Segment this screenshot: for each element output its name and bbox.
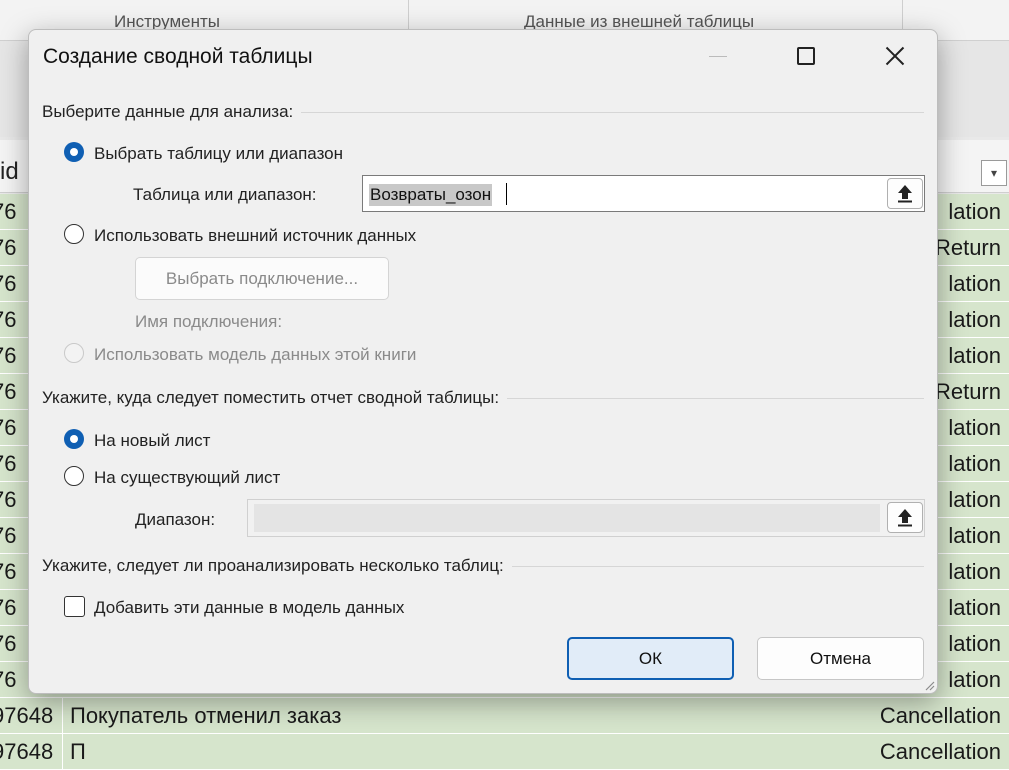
text-caret bbox=[506, 183, 507, 205]
cell-id: 76 bbox=[0, 631, 17, 656]
cell-divider bbox=[62, 698, 63, 734]
collapse-dialog-icon bbox=[898, 185, 912, 203]
cell-status: lation bbox=[948, 631, 1001, 656]
radio-table-or-range-label[interactable]: Выбрать таблицу или диапазон bbox=[94, 144, 343, 164]
table-range-value: Возвраты_озон bbox=[369, 184, 493, 206]
cell-id: 76 bbox=[0, 487, 17, 512]
cell-id: 76 bbox=[0, 523, 17, 548]
close-button[interactable] bbox=[879, 40, 911, 72]
table-range-input[interactable]: Возвраты_озон bbox=[362, 175, 925, 212]
cell-id: 76 bbox=[0, 451, 17, 476]
radio-external-source[interactable] bbox=[64, 224, 84, 244]
cell-status: Cancellation bbox=[879, 739, 1001, 764]
cell-id: 76 bbox=[0, 199, 17, 224]
table-range-label: Таблица или диапазон: bbox=[133, 185, 317, 204]
section-label: Укажите, куда следует поместить отчет св… bbox=[42, 388, 500, 407]
section-label: Укажите, следует ли проанализировать нес… bbox=[42, 556, 504, 575]
maximize-button[interactable] bbox=[797, 47, 815, 65]
ok-button[interactable]: ОК bbox=[567, 637, 734, 680]
create-pivot-table-dialog: Создание сводной таблицы Выберите данные… bbox=[28, 29, 938, 694]
cell-status: lation bbox=[948, 199, 1001, 224]
cell-status: lation bbox=[948, 487, 1001, 512]
section-multiple-tables: Укажите, следует ли проанализировать нес… bbox=[42, 556, 924, 576]
table-row[interactable]: 97648 Покупатель отменил заказ Cancellat… bbox=[0, 698, 1009, 734]
filter-dropdown-button[interactable]: ▾ bbox=[981, 160, 1007, 186]
section-label: Выберите данные для анализа: bbox=[42, 102, 294, 121]
resize-grip-icon[interactable] bbox=[923, 679, 935, 691]
choose-connection-button[interactable]: Выбрать подключение... bbox=[135, 257, 389, 300]
cell-status: lation bbox=[948, 523, 1001, 548]
cell-id: 76 bbox=[0, 343, 17, 368]
section-divider bbox=[511, 565, 924, 567]
collapse-dialog-button[interactable] bbox=[887, 502, 923, 533]
checkbox-add-to-data-model-label[interactable]: Добавить эти данные в модель данных bbox=[94, 598, 404, 618]
cell-status: lation bbox=[948, 559, 1001, 584]
radio-new-sheet-label[interactable]: На новый лист bbox=[94, 431, 210, 451]
connection-name-label: Имя подключения: bbox=[135, 312, 283, 331]
cell-status: lation bbox=[948, 451, 1001, 476]
cell-status: lation bbox=[948, 415, 1001, 440]
radio-data-model-label[interactable]: Использовать модель данных этой книги bbox=[94, 345, 416, 365]
cell-reason: П bbox=[70, 739, 86, 764]
cell-status: Return bbox=[934, 379, 1001, 404]
column-header-id[interactable]: id bbox=[0, 158, 19, 186]
cell-status: lation bbox=[948, 271, 1001, 296]
radio-data-model[interactable] bbox=[64, 343, 84, 363]
cell-id: 76 bbox=[0, 595, 17, 620]
range-label: Диапазон: bbox=[135, 510, 216, 529]
radio-new-sheet[interactable] bbox=[64, 429, 84, 449]
section-report-location: Укажите, куда следует поместить отчет св… bbox=[42, 388, 924, 408]
table-row[interactable]: 97648 П Cancellation bbox=[0, 734, 1009, 770]
radio-external-source-label[interactable]: Использовать внешний источник данных bbox=[94, 226, 416, 246]
section-divider bbox=[301, 111, 924, 113]
cell-status: Return bbox=[934, 235, 1001, 260]
section-choose-data: Выберите данные для анализа: bbox=[42, 102, 924, 122]
cell-id: 76 bbox=[0, 271, 17, 296]
cell-reason: Покупатель отменил заказ bbox=[70, 703, 342, 728]
radio-existing-sheet-label[interactable]: На существующий лист bbox=[94, 468, 280, 488]
cell-id: 97648 bbox=[0, 739, 54, 764]
cell-id: 76 bbox=[0, 667, 17, 692]
range-value bbox=[254, 504, 880, 532]
cell-id: 76 bbox=[0, 379, 17, 404]
cell-status: lation bbox=[948, 595, 1001, 620]
cell-id: 76 bbox=[0, 559, 17, 584]
cell-status: lation bbox=[948, 307, 1001, 332]
range-input[interactable] bbox=[247, 499, 925, 537]
dialog-title: Создание сводной таблицы bbox=[43, 45, 313, 68]
cell-status: Cancellation bbox=[879, 703, 1001, 728]
radio-existing-sheet[interactable] bbox=[64, 466, 84, 486]
cell-divider bbox=[62, 734, 63, 770]
cell-id: 76 bbox=[0, 235, 17, 260]
section-divider bbox=[507, 397, 924, 399]
cell-id: 76 bbox=[0, 307, 17, 332]
collapse-dialog-button[interactable] bbox=[887, 178, 923, 209]
cell-id: 76 bbox=[0, 415, 17, 440]
collapse-dialog-icon bbox=[898, 509, 912, 527]
cell-id: 97648 bbox=[0, 703, 54, 728]
cell-status: lation bbox=[948, 343, 1001, 368]
cancel-button[interactable]: Отмена bbox=[757, 637, 924, 680]
checkbox-add-to-data-model[interactable] bbox=[64, 596, 85, 617]
minimize-button[interactable] bbox=[709, 56, 727, 57]
radio-table-or-range[interactable] bbox=[64, 142, 84, 162]
cell-status: lation bbox=[948, 667, 1001, 692]
